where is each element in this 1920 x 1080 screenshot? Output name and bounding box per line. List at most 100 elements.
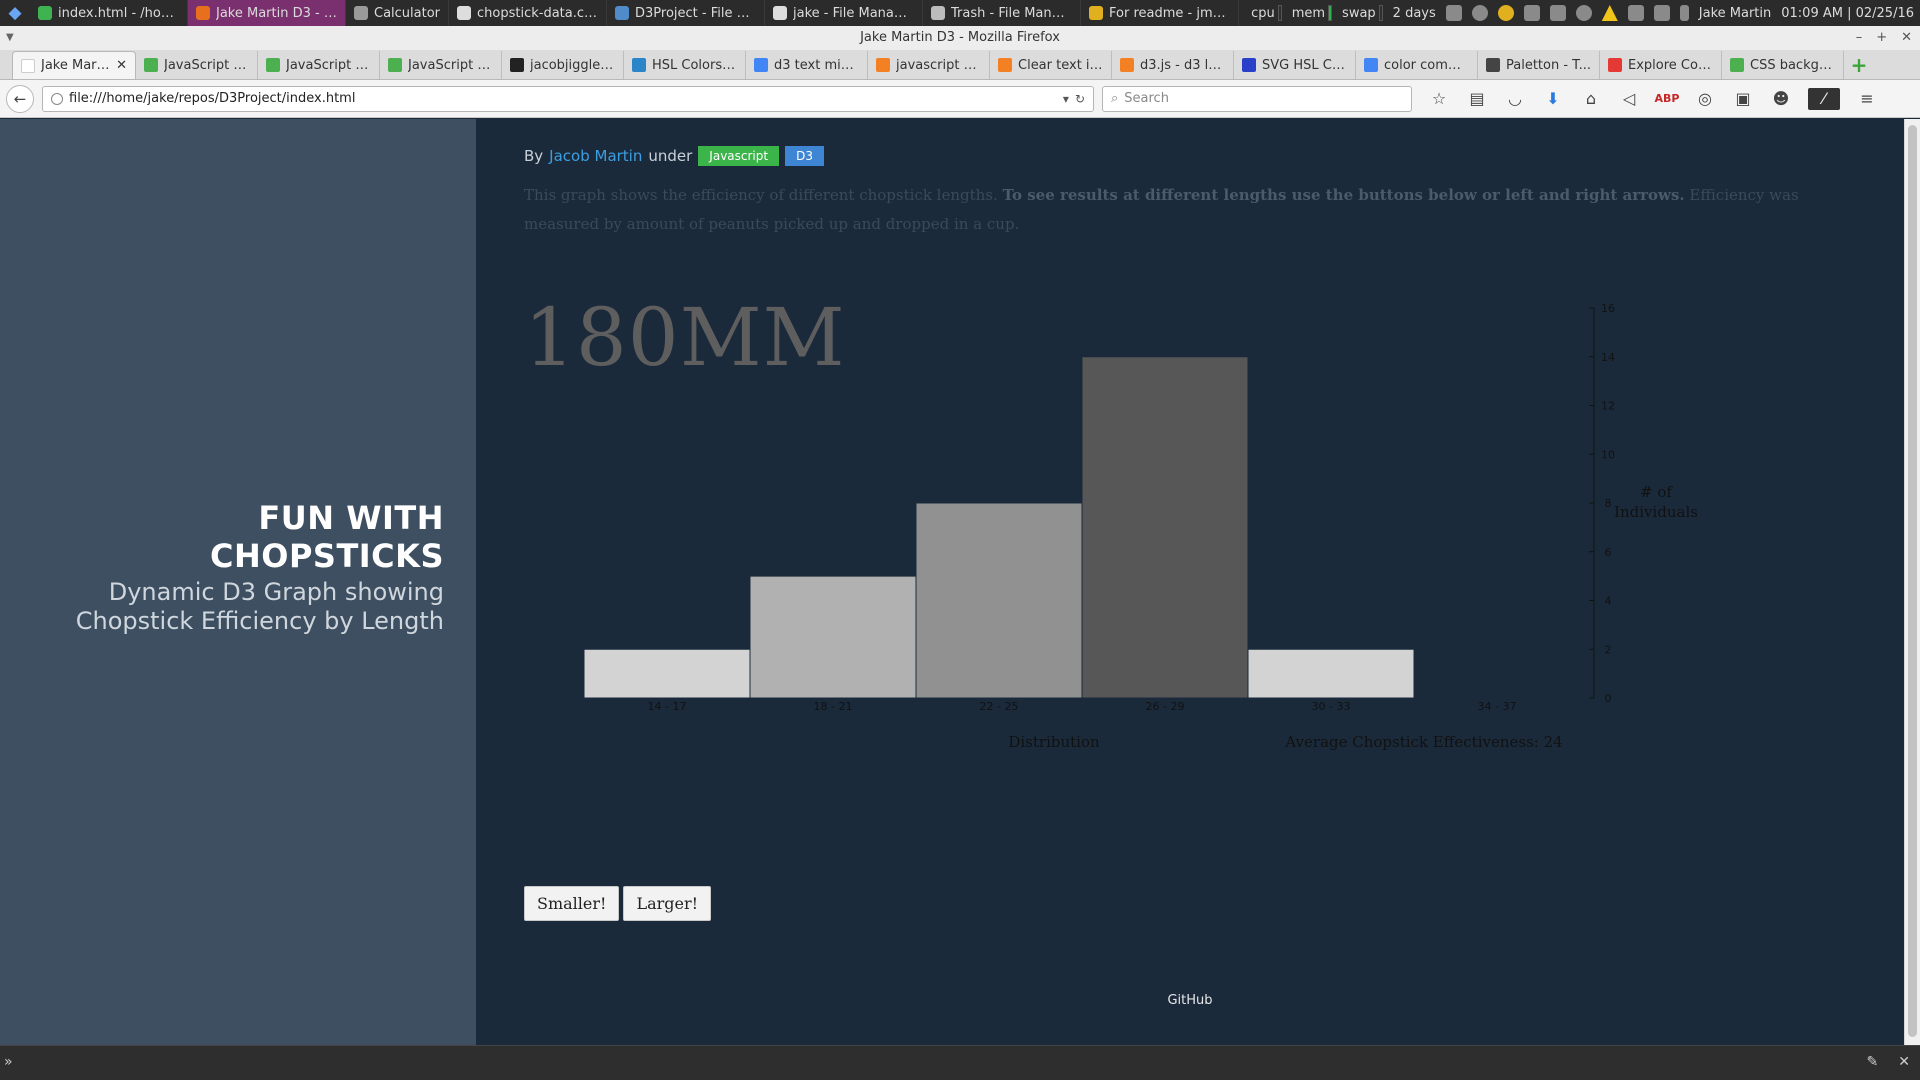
- search-bar[interactable]: ⌕ Search: [1102, 85, 1412, 112]
- app-menu-icon[interactable]: ◆: [0, 0, 30, 26]
- taskbar-item-label: D3Project - File Ma...: [635, 5, 757, 21]
- adblock-icon[interactable]: ABP: [1655, 88, 1680, 110]
- browser-tab[interactable]: Explore Cor...: [1600, 51, 1722, 79]
- browser-tab[interactable]: CSS backgr...: [1722, 51, 1844, 79]
- send-icon[interactable]: ◁: [1618, 88, 1640, 110]
- close-addon-bar-icon[interactable]: ✕: [1898, 1054, 1910, 1070]
- browser-tab[interactable]: Paletton - T...: [1478, 51, 1600, 79]
- clock[interactable]: 01:09 AM | 02/25/16: [1781, 6, 1914, 21]
- smaller-button[interactable]: Smaller!: [524, 886, 620, 921]
- browser-tab[interactable]: JavaScript f...: [136, 51, 258, 79]
- browser-tab[interactable]: color compl...: [1356, 51, 1478, 79]
- maximize-icon[interactable]: +: [1876, 26, 1887, 50]
- bookmark-star-icon[interactable]: ☆: [1428, 88, 1450, 110]
- chat-icon[interactable]: ◎: [1694, 88, 1716, 110]
- taskbar-item[interactable]: Calculator: [346, 0, 450, 26]
- eyedropper-icon[interactable]: ⁄: [1808, 87, 1840, 110]
- url-bar[interactable]: file:///home/jake/repos/D3Project/index.…: [42, 85, 1094, 112]
- browser-tab[interactable]: SVG HSL Col...: [1234, 51, 1356, 79]
- taskbar-item[interactable]: index.html - /home...: [30, 0, 188, 26]
- window-title: Jake Martin D3 - Mozilla Firefox: [860, 30, 1060, 45]
- update-icon[interactable]: [1523, 5, 1540, 21]
- tab-label: Clear text in...: [1018, 57, 1103, 73]
- browser-tab[interactable]: d3 text miss...: [746, 51, 868, 79]
- x-tick-label: 30 - 33: [1312, 700, 1351, 713]
- browser-tab[interactable]: jacobjiggler....: [502, 51, 624, 79]
- close-tab-icon[interactable]: ✕: [116, 58, 127, 73]
- url-dropdown-icon[interactable]: ▾: [1063, 92, 1069, 106]
- greasemonkey-icon[interactable]: ☻: [1770, 88, 1792, 110]
- pocket-icon[interactable]: ◡: [1504, 88, 1526, 110]
- site-info-icon[interactable]: [51, 92, 63, 105]
- browser-tab[interactable]: JavaScript N...: [258, 51, 380, 79]
- w3schools-icon: [388, 58, 402, 72]
- url-text[interactable]: file:///home/jake/repos/D3Project/index.…: [69, 91, 1057, 106]
- sidebar: FUN WITH CHOPSTICKS Dynamic D3 Graph sho…: [0, 119, 476, 1045]
- taskbar-item[interactable]: Trash - File Manager: [923, 0, 1082, 26]
- taskbar-item[interactable]: chopstick-data.csv...: [449, 0, 608, 26]
- browser-tab[interactable]: HSL Colors -...: [624, 51, 746, 79]
- histogram-bar: [1081, 356, 1249, 699]
- window-menu-icon[interactable]: ▼: [6, 26, 14, 50]
- y-tick-label: 14: [1601, 351, 1615, 364]
- folder-icon: [615, 6, 630, 20]
- chrome-tray-icon[interactable]: [1497, 5, 1514, 21]
- bluetooth-icon[interactable]: [1445, 5, 1462, 21]
- clipboard-icon[interactable]: [1471, 5, 1488, 21]
- volume-icon[interactable]: [1653, 5, 1670, 21]
- chrome-icon: [38, 6, 52, 20]
- wrench-icon[interactable]: ✎: [1867, 1054, 1879, 1070]
- tab-label: Jake Martin D3: [41, 58, 111, 73]
- vertical-scrollbar[interactable]: [1904, 119, 1920, 1045]
- page-viewport: FUN WITH CHOPSTICKS Dynamic D3 Graph sho…: [0, 119, 1904, 1045]
- browser-tab[interactable]: d3.js - d3 le...: [1112, 51, 1234, 79]
- page-icon: [21, 58, 35, 73]
- x-tick-label: 14 - 17: [648, 700, 687, 713]
- mem-monitor: mem: [1292, 5, 1333, 21]
- github-link[interactable]: GitHub: [476, 993, 1904, 1008]
- bars: [583, 356, 1415, 699]
- mail-icon[interactable]: [1627, 5, 1644, 21]
- wifi-icon[interactable]: [1575, 5, 1592, 21]
- browser-tab[interactable]: JavaScript S...: [380, 51, 502, 79]
- size-buttons: Smaller! Larger!: [524, 886, 712, 921]
- back-button[interactable]: ←: [6, 84, 34, 113]
- search-placeholder[interactable]: Search: [1124, 91, 1169, 106]
- tab-label: CSS backgr...: [1750, 57, 1835, 73]
- taskbar-item[interactable]: jake - File Manager: [765, 0, 924, 26]
- taskbar-item[interactable]: Jake Martin D3 - M...: [188, 0, 346, 26]
- browser-tab[interactable]: Clear text in...: [990, 51, 1112, 79]
- battery-icon[interactable]: [1679, 5, 1689, 21]
- reading-list-icon[interactable]: ▤: [1466, 88, 1488, 110]
- tab-label: JavaScript S...: [408, 57, 493, 73]
- larger-button[interactable]: Larger!: [623, 886, 712, 921]
- taskbar-item[interactable]: For readme - jmart...: [1081, 0, 1240, 26]
- hamburger-menu-icon[interactable]: ≡: [1856, 88, 1878, 110]
- minimize-icon[interactable]: –: [1856, 26, 1863, 50]
- browser-tab[interactable]: Jake Martin D3 ✕: [12, 51, 136, 79]
- taskbar-item-label: index.html - /home...: [58, 5, 179, 21]
- window-titlebar: ▼ Jake Martin D3 - Mozilla Firefox – + ✕: [0, 26, 1920, 50]
- scrollbar-thumb[interactable]: [1908, 125, 1917, 1037]
- w3-icon: [632, 58, 646, 72]
- downloads-icon[interactable]: ⬇: [1542, 88, 1564, 110]
- trash-icon: [931, 6, 946, 20]
- user-name[interactable]: Jake Martin: [1699, 6, 1771, 21]
- expand-icon[interactable]: »: [4, 1054, 13, 1070]
- search-icon: ⌕: [1111, 91, 1119, 106]
- close-window-icon[interactable]: ✕: [1901, 26, 1912, 50]
- notes-icon[interactable]: [1549, 5, 1566, 21]
- w3schools-icon: [1730, 58, 1744, 72]
- x-tick-label: 34 - 37: [1478, 700, 1517, 713]
- home-icon[interactable]: ⌂: [1580, 88, 1602, 110]
- new-tab-icon[interactable]: +: [1844, 51, 1874, 79]
- warning-icon[interactable]: [1601, 5, 1618, 21]
- w3schools-icon: [266, 58, 280, 72]
- histogram-bar: [749, 575, 917, 699]
- browser-tab[interactable]: javascript - ...: [868, 51, 990, 79]
- window-controls: – + ✕: [1856, 26, 1912, 50]
- puzzle-icon[interactable]: ▣: [1732, 88, 1754, 110]
- taskbar-item[interactable]: D3Project - File Ma...: [607, 0, 766, 26]
- reload-icon[interactable]: ↻: [1075, 92, 1085, 106]
- home-folder-icon: [773, 6, 788, 20]
